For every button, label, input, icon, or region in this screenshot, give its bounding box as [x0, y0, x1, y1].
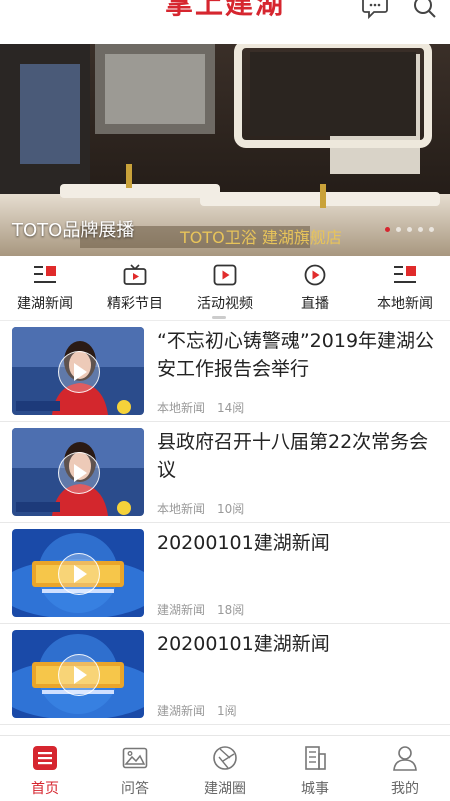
- tab-me[interactable]: 我的: [360, 736, 450, 801]
- banner-carousel[interactable]: TOTO卫浴 建湖旗舰店 TOTO品牌展播: [0, 44, 450, 256]
- category-nav: 建湖新闻 精彩节目 活动视频 直播 本地新闻: [0, 256, 450, 321]
- home-list-icon: [33, 746, 57, 770]
- tv-icon: [123, 264, 147, 285]
- search-icon[interactable]: [412, 0, 438, 20]
- play-button-icon[interactable]: [58, 654, 100, 696]
- carousel-indicators: [385, 227, 434, 232]
- tab-city-affairs[interactable]: 城事: [270, 736, 360, 801]
- tab-label: 建湖圈: [204, 781, 246, 797]
- building-document-icon: [305, 746, 326, 770]
- category-live[interactable]: 直播: [270, 256, 360, 320]
- bottom-tab-bar: 首页 问答 建湖圈 城事 我的: [0, 735, 450, 801]
- news-headline[interactable]: 20200101建湖新闻: [157, 529, 442, 557]
- tab-label: 问答: [121, 781, 149, 797]
- carousel-dot[interactable]: [385, 227, 390, 232]
- news-meta: 本地新闻 10阅: [157, 500, 244, 517]
- carousel-dot[interactable]: [396, 227, 401, 232]
- live-play-icon: [304, 264, 326, 286]
- tab-jianhu-circle[interactable]: 建湖圈: [180, 736, 270, 801]
- category-local-news[interactable]: 本地新闻: [360, 256, 450, 320]
- news-category: 本地新闻: [157, 401, 206, 415]
- tab-label: 我的: [391, 781, 419, 797]
- news-read-count: 14阅: [217, 401, 245, 415]
- aperture-icon: [213, 746, 237, 770]
- top-app-bar: 掌上建湖: [0, 0, 450, 44]
- video-thumbnail[interactable]: [12, 327, 144, 415]
- list-item[interactable]: 20200101建湖新闻 建湖新闻 1阅: [0, 624, 450, 725]
- carousel-dot[interactable]: [418, 227, 423, 232]
- news-headline[interactable]: 县政府召开十八届第22次常务会议: [157, 428, 442, 484]
- image-frame-icon: [122, 747, 148, 769]
- list-item[interactable]: 20200101建湖新闻 建湖新闻 18阅: [0, 523, 450, 624]
- chat-bubble-icon[interactable]: [362, 0, 388, 20]
- category-jianhu-news[interactable]: 建湖新闻: [0, 256, 90, 320]
- news-read-count: 1阅: [217, 704, 237, 718]
- tab-label: 城事: [301, 781, 329, 797]
- list-item[interactable]: “不忘初心铸警魂”2019年建湖公安工作报告会举行 本地新闻 14阅: [0, 321, 450, 422]
- news-meta: 建湖新闻 1阅: [157, 702, 237, 719]
- news-meta: 本地新闻 14阅: [157, 399, 244, 416]
- carousel-dot[interactable]: [429, 227, 434, 232]
- news-category: 建湖新闻: [157, 704, 206, 718]
- news-meta: 建湖新闻 18阅: [157, 601, 244, 618]
- category-programs[interactable]: 精彩节目: [90, 256, 180, 320]
- news-category: 建湖新闻: [157, 603, 206, 617]
- news-read-count: 18阅: [217, 603, 245, 617]
- list-item[interactable]: 县政府召开十八届第22次常务会议 本地新闻 10阅: [0, 422, 450, 523]
- category-activity-video[interactable]: 活动视频: [180, 256, 270, 320]
- banner-caption: TOTO品牌展播: [12, 220, 135, 241]
- category-label: 直播: [301, 296, 329, 312]
- video-thumbnail[interactable]: [12, 630, 144, 718]
- carousel-dot[interactable]: [407, 227, 412, 232]
- play-button-icon[interactable]: [58, 452, 100, 494]
- tab-qa[interactable]: 问答: [90, 736, 180, 801]
- category-label: 活动视频: [197, 296, 253, 312]
- news-headline[interactable]: 20200101建湖新闻: [157, 630, 442, 658]
- person-icon: [393, 746, 417, 771]
- tab-home[interactable]: 首页: [0, 736, 90, 801]
- nav-page-indicator: [212, 316, 226, 319]
- video-play-icon: [213, 264, 237, 286]
- news-headline[interactable]: “不忘初心铸警魂”2019年建湖公安工作报告会举行: [157, 327, 442, 383]
- local-news-icon: [394, 266, 416, 283]
- video-thumbnail[interactable]: [12, 529, 144, 617]
- newspaper-icon: [34, 266, 56, 283]
- play-button-icon[interactable]: [58, 351, 100, 393]
- category-label: 建湖新闻: [17, 296, 73, 312]
- news-read-count: 10阅: [217, 502, 245, 516]
- category-label: 精彩节目: [107, 296, 163, 312]
- video-thumbnail[interactable]: [12, 428, 144, 516]
- play-button-icon[interactable]: [58, 553, 100, 595]
- tab-label: 首页: [31, 781, 59, 797]
- news-category: 本地新闻: [157, 502, 206, 516]
- category-label: 本地新闻: [377, 296, 433, 312]
- svg-text:TOTO卫浴 建湖旗舰店: TOTO卫浴 建湖旗舰店: [179, 228, 342, 247]
